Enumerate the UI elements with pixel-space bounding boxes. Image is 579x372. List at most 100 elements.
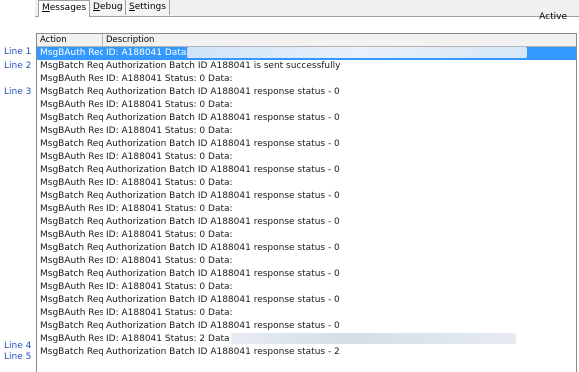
- description-text: ID: A188041 Status: 0 Data:: [106, 256, 233, 266]
- grid-rows: MsgBAuth Req ID: A188041 Data MsgBatch Req…: [37, 47, 576, 359]
- table-row[interactable]: MsgBatch Req I Authorization Batch ID A18…: [37, 138, 576, 151]
- description-text: Authorization Batch ID A188041 response …: [106, 191, 340, 201]
- table-row[interactable]: MsgBAuth Res ID: A188041 Status: 0 Data:: [37, 255, 576, 268]
- messages-grid[interactable]: Action Description MsgBAuth Req ID: A1880…: [36, 33, 577, 372]
- cell-description: ID: A188041 Status: 0 Data:: [103, 255, 576, 268]
- cell-description: Authorization Batch ID A188041 response …: [103, 112, 576, 125]
- connection-status: Active: [539, 12, 567, 22]
- table-row[interactable]: MsgBAuth Res ID: A188041 Status: 0 Data:: [37, 177, 576, 190]
- tab-strip: Messages Debug Settings: [35, 0, 579, 17]
- table-row[interactable]: MsgBAuth Res ID: A188041 Status: 0 Data:: [37, 125, 576, 138]
- cell-action: MsgBatch Req I: [40, 165, 103, 175]
- cell-action: MsgBatch Req I: [40, 61, 103, 71]
- cell-description: Authorization Batch ID A188041 response …: [103, 268, 576, 281]
- cell-description: ID: A188041 Status: 0 Data:: [103, 73, 576, 86]
- cell-action: MsgBAuth Res: [40, 100, 103, 110]
- table-row[interactable]: MsgBAuth Res ID: A188041 Status: 0 Data:: [37, 307, 576, 320]
- line-label-2: Line 2: [4, 61, 32, 71]
- cell-action: MsgBAuth Res: [40, 256, 103, 266]
- cell-description: ID: A188041 Status: 2 Data: [103, 333, 576, 346]
- cell-description: ID: A188041 Status: 0 Data:: [103, 99, 576, 112]
- tab-settings-rest: ettings: [134, 2, 166, 12]
- description-text: Authorization Batch ID A188041 is sent s…: [106, 61, 341, 71]
- line-label-4: Line 4: [4, 341, 32, 351]
- cell-action: MsgBatch Req I: [40, 87, 103, 97]
- cell-action: MsgBatch Req I: [40, 191, 103, 201]
- cell-description: Authorization Batch ID A188041 response …: [103, 320, 576, 333]
- table-row[interactable]: MsgBatch Req I Authorization Batch ID A18…: [37, 216, 576, 229]
- column-header-description[interactable]: Description: [103, 34, 576, 46]
- cell-action: MsgBatch Req I: [40, 139, 103, 149]
- description-text: ID: A188041 Status: 0 Data:: [106, 74, 233, 84]
- cell-action: MsgBAuth Res: [40, 230, 103, 240]
- table-row[interactable]: MsgBatch Req I Authorization Batch ID A18…: [37, 60, 576, 73]
- cell-action: MsgBatch Req I: [40, 269, 103, 279]
- table-row[interactable]: MsgBAuth Res ID: A188041 Status: 2 Data: [37, 333, 576, 346]
- table-row[interactable]: MsgBatch Req I Authorization Batch ID A18…: [37, 346, 576, 359]
- table-row[interactable]: MsgBAuth Res ID: A188041 Status: 0 Data:: [37, 151, 576, 164]
- table-row[interactable]: MsgBAuth Req ID: A188041 Data: [37, 47, 576, 60]
- description-text: Authorization Batch ID A188041 response …: [106, 295, 340, 305]
- cell-action: MsgBatch Req I: [40, 321, 103, 331]
- cell-action: MsgBatch Req I: [40, 295, 103, 305]
- tab-debug[interactable]: Debug: [89, 0, 127, 15]
- table-row[interactable]: MsgBatch Req I Authorization Batch ID A18…: [37, 112, 576, 125]
- grid-header: Action Description: [37, 34, 576, 47]
- description-text: Authorization Batch ID A188041 response …: [106, 217, 340, 227]
- cell-description: ID: A188041 Status: 0 Data:: [103, 281, 576, 294]
- description-text: ID: A188041 Status: 0 Data:: [106, 126, 233, 136]
- table-row[interactable]: MsgBatch Req I Authorization Batch ID A18…: [37, 190, 576, 203]
- redacted-region: [230, 333, 516, 344]
- column-header-action[interactable]: Action: [37, 34, 103, 46]
- cell-action: MsgBAuth Res: [40, 308, 103, 318]
- tab-messages-acc: M: [42, 3, 50, 13]
- cell-action: MsgBAuth Req: [40, 48, 103, 58]
- cell-description: ID: A188041 Status: 0 Data:: [103, 229, 576, 242]
- cell-action: MsgBAuth Res: [40, 74, 103, 84]
- cell-action: MsgBAuth Res: [40, 178, 103, 188]
- redacted-region: [187, 47, 528, 58]
- table-row[interactable]: MsgBAuth Res ID: A188041 Status: 0 Data:: [37, 203, 576, 216]
- tab-messages[interactable]: Messages: [38, 0, 91, 17]
- cell-action: MsgBatch Req I: [40, 243, 103, 253]
- table-row[interactable]: MsgBatch Req I Authorization Batch ID A18…: [37, 294, 576, 307]
- description-text: Authorization Batch ID A188041 response …: [106, 139, 340, 149]
- cell-action: MsgBAuth Res: [40, 204, 103, 214]
- description-text: ID: A188041 Status: 0 Data:: [106, 282, 233, 292]
- cell-description: Authorization Batch ID A188041 response …: [103, 346, 576, 359]
- cell-description: Authorization Batch ID A188041 response …: [103, 138, 576, 151]
- tab-debug-rest: ebug: [99, 2, 123, 12]
- description-text: Authorization Batch ID A188041 response …: [106, 165, 340, 175]
- cell-description: ID: A188041 Status: 0 Data:: [103, 177, 576, 190]
- description-text: ID: A188041 Status: 0 Data:: [106, 152, 233, 162]
- tab-debug-acc: D: [93, 2, 100, 12]
- description-text: ID: A188041 Status: 0 Data:: [106, 178, 233, 188]
- cell-description: Authorization Batch ID A188041 response …: [103, 190, 576, 203]
- description-text: Authorization Batch ID A188041 response …: [106, 321, 340, 331]
- table-row[interactable]: MsgBAuth Res ID: A188041 Status: 0 Data:: [37, 281, 576, 294]
- cell-description: Authorization Batch ID A188041 response …: [103, 216, 576, 229]
- table-row[interactable]: MsgBatch Req I Authorization Batch ID A18…: [37, 242, 576, 255]
- cell-description: ID: A188041 Status: 0 Data:: [103, 151, 576, 164]
- cell-action: MsgBAuth Res: [40, 126, 103, 136]
- table-row[interactable]: MsgBAuth Res ID: A188041 Status: 0 Data:: [37, 73, 576, 86]
- description-text: ID: A188041 Data: [106, 48, 187, 58]
- cell-description: ID: A188041 Status: 0 Data:: [103, 203, 576, 216]
- description-text: Authorization Batch ID A188041 response …: [106, 243, 340, 253]
- table-row[interactable]: MsgBatch Req I Authorization Batch ID A18…: [37, 164, 576, 177]
- line-label-5: Line 5: [4, 352, 32, 362]
- description-text: Authorization Batch ID A188041 response …: [106, 113, 340, 123]
- table-row[interactable]: MsgBatch Req I Authorization Batch ID A18…: [37, 86, 576, 99]
- description-text: ID: A188041 Status: 0 Data:: [106, 308, 233, 318]
- tab-settings[interactable]: Settings: [125, 0, 170, 15]
- cell-action: MsgBatch Req I: [40, 113, 103, 123]
- cell-description: ID: A188041 Status: 0 Data:: [103, 125, 576, 138]
- table-row[interactable]: MsgBatch Req I Authorization Batch ID A18…: [37, 268, 576, 281]
- description-text: ID: A188041 Status: 0 Data:: [106, 204, 233, 214]
- table-row[interactable]: MsgBatch Req I Authorization Batch ID A18…: [37, 320, 576, 333]
- cell-description: Authorization Batch ID A188041 response …: [103, 86, 576, 99]
- description-text: Authorization Batch ID A188041 response …: [106, 87, 340, 97]
- table-row[interactable]: MsgBAuth Res ID: A188041 Status: 0 Data:: [37, 229, 576, 242]
- cell-action: MsgBAuth Res: [40, 152, 103, 162]
- table-row[interactable]: MsgBAuth Res ID: A188041 Status: 0 Data:: [37, 99, 576, 112]
